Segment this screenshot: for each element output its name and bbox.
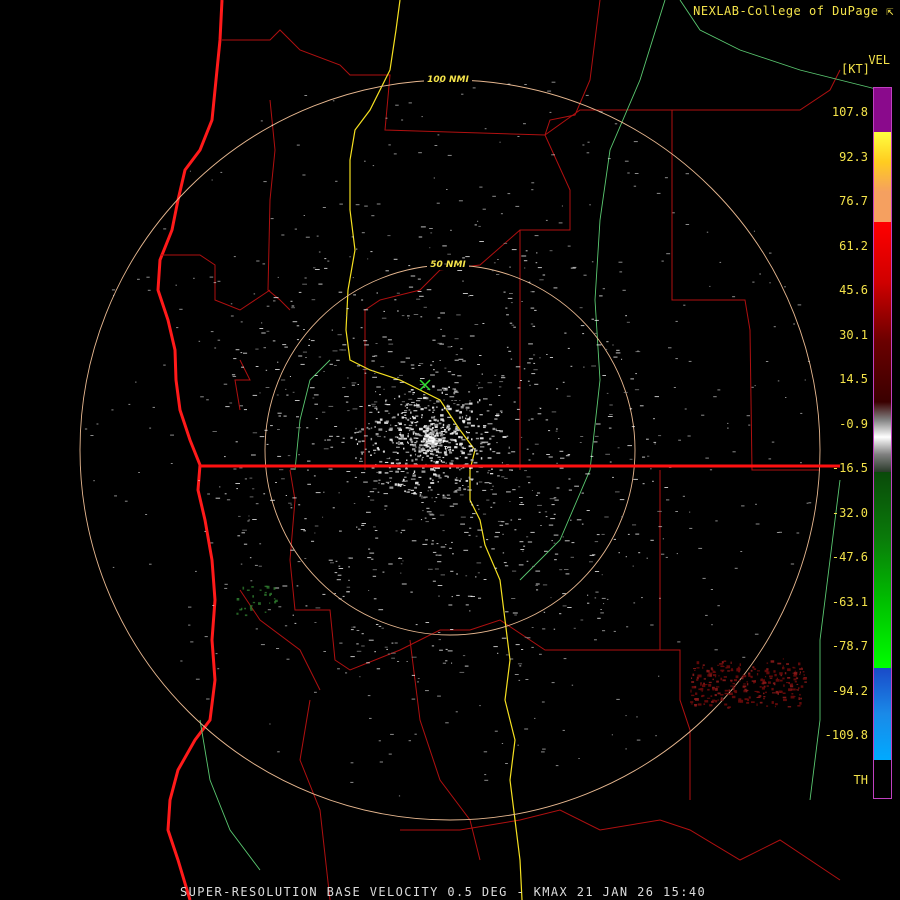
legend-label: 30.1	[839, 327, 868, 342]
legend-label: 107.8	[831, 105, 868, 119]
legend-unit: [KT]	[841, 62, 870, 76]
legend-seg-green	[874, 472, 891, 668]
legend-label: -78.7	[831, 639, 868, 653]
legend-title: VEL	[868, 53, 890, 67]
legend-seg-purple	[874, 88, 891, 132]
legend-label: -16.5	[831, 461, 868, 475]
legend-label: 61.2	[839, 238, 868, 253]
legend-seg-black	[874, 760, 891, 798]
legend-seg-gray	[874, 402, 891, 472]
legend-seg-red	[874, 222, 891, 402]
legend-label: -32.0	[831, 505, 868, 520]
legend-seg-blue	[874, 668, 891, 760]
legend-label: -94.2	[831, 683, 868, 698]
legend-seg-yellow	[874, 132, 891, 192]
color-scale-bar	[873, 87, 892, 799]
credit-text: NEXLAB-College of DuPage	[693, 4, 879, 18]
legend-label: 92.3	[839, 149, 868, 164]
range-ring-label-100: 100 NMI	[427, 75, 469, 85]
legend-label: -47.6	[831, 550, 868, 564]
range-ring-label-50: 50 NMI	[430, 260, 466, 270]
footer-caption: SUPER-RESOLUTION BASE VELOCITY 0.5 DEG -…	[180, 885, 707, 899]
legend-label: TH	[853, 772, 868, 787]
legend-label: -63.1	[831, 594, 868, 609]
legend-label: -109.8	[824, 728, 868, 742]
legend-label: -0.9	[839, 416, 868, 431]
credit-label: NEXLAB-College of DuPage ⇱	[693, 4, 894, 18]
legend-label: 45.6	[839, 283, 868, 297]
cursor-arrow-icon: ⇱	[886, 4, 894, 18]
legend-seg-orange	[874, 192, 891, 222]
radar-map: 100 NMI 50 NMI	[0, 0, 900, 900]
legend-label: 14.5	[839, 372, 868, 386]
legend-label: 76.7	[839, 194, 868, 208]
